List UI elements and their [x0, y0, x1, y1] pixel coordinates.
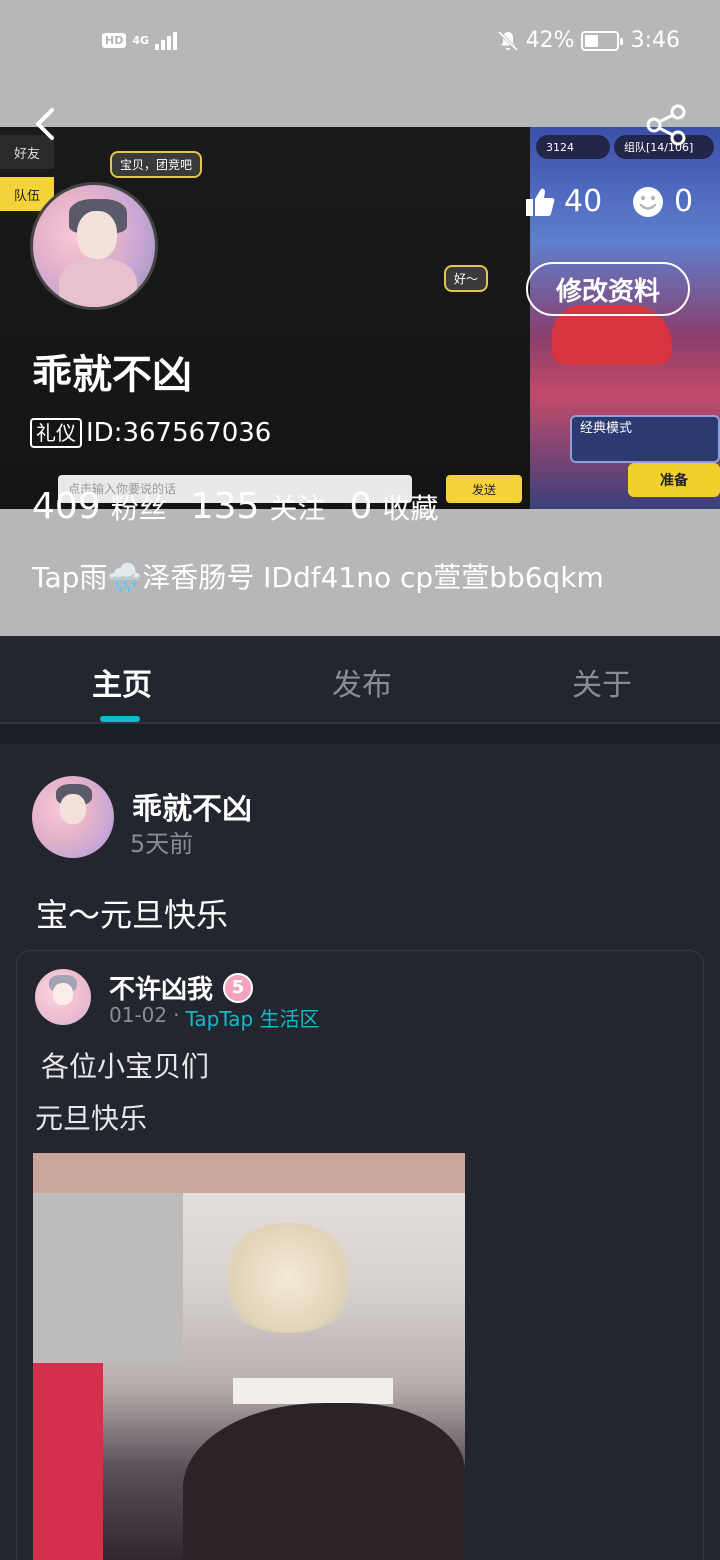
- feed-post[interactable]: 乖就不凶 5天前 宝～元旦快乐 不许凶我 5 01-02 · TapTap 生活…: [0, 744, 720, 1560]
- cover-game-ready: 准备: [628, 463, 720, 497]
- profile-cover: 好友 队伍 宝贝，团竞吧 好～ 点击输入你要说的话 发送 3124 组队[14/…: [0, 0, 720, 636]
- repost-photo[interactable]: [33, 1153, 465, 1560]
- tab-about[interactable]: 关于: [572, 660, 632, 704]
- repost-author-row: 不许凶我 5: [109, 969, 254, 1006]
- mute-bell-icon: [497, 30, 518, 51]
- profile-tabs: 主页 发布 关于: [0, 636, 720, 724]
- profile-bio: Tap雨🌧️泽香肠号 IDdf41no cp萱萱bb6qkm: [32, 561, 604, 594]
- back-button[interactable]: [28, 104, 68, 144]
- repost-text-line: 各位小宝贝们: [41, 1050, 210, 1083]
- avatar[interactable]: [30, 182, 158, 310]
- network-gen: 4G: [132, 33, 150, 47]
- stat-favorites-count: 0: [349, 486, 373, 527]
- cover-game-mode: 经典模式: [570, 415, 720, 463]
- stat-following-count: 135: [190, 486, 260, 527]
- tab-home[interactable]: 主页: [92, 660, 152, 704]
- repost-date: 01-02: [109, 1003, 168, 1027]
- hd-icon: HD: [102, 32, 127, 48]
- reposted-card[interactable]: 不许凶我 5 01-02 · TapTap 生活区 各位小宝贝们 元旦快乐: [16, 950, 704, 1560]
- signal-icon: [155, 30, 178, 50]
- stat-favorites-label: 收藏: [382, 492, 439, 525]
- status-right: 42% 3:46: [496, 28, 680, 53]
- edit-profile-button[interactable]: 修改资料: [526, 262, 690, 316]
- profile-username: 乖就不凶: [32, 352, 192, 398]
- chevron-left-icon: [36, 108, 54, 140]
- battery-icon: [580, 30, 623, 51]
- thumbs-up-icon: [526, 188, 555, 216]
- stat-followers-label: 粉丝: [110, 492, 167, 525]
- cover-game-coins: 3124: [536, 135, 610, 159]
- profile-id: ID:367567036: [86, 418, 272, 448]
- emoji-counter[interactable]: 0: [632, 184, 693, 219]
- share-button[interactable]: [644, 104, 688, 146]
- post-time: 5天前: [130, 830, 194, 858]
- level-badge: 5: [223, 972, 254, 1003]
- post-text: 宝～元旦快乐: [36, 896, 229, 934]
- tab-indicator: [100, 716, 140, 722]
- likes-count: 40: [564, 184, 603, 219]
- battery-percent: 42%: [525, 28, 575, 53]
- post-avatar[interactable]: [32, 776, 114, 858]
- tab-posts[interactable]: 发布: [332, 660, 392, 704]
- cover-chat-bubble: 宝贝，团竞吧: [110, 151, 203, 178]
- stat-following[interactable]: 135 关注: [191, 486, 326, 527]
- profile-stats: 409 粉丝 135 关注 0 收藏: [32, 486, 438, 527]
- status-bar: HD 4G 42% 3:46: [0, 0, 720, 84]
- repost-text-line: 元旦快乐: [35, 1102, 148, 1135]
- cover-chat-bubble: 好～: [444, 265, 489, 292]
- profile-id-row: 礼仪 ID:367567036: [30, 418, 271, 448]
- share-icon: [646, 104, 686, 146]
- clock: 3:46: [630, 28, 680, 53]
- repost-meta-separator: ·: [173, 1003, 180, 1027]
- emoji-count: 0: [674, 184, 694, 219]
- cover-game-mode-label: 经典模式: [580, 421, 633, 436]
- repost-avatar[interactable]: [35, 969, 91, 1025]
- post-author[interactable]: 乖就不凶: [132, 784, 252, 828]
- repost-meta: 01-02 · TapTap 生活区: [109, 1003, 320, 1032]
- repost-author[interactable]: 不许凶我: [109, 969, 213, 1006]
- etiquette-badge[interactable]: 礼仪: [30, 418, 82, 448]
- stat-favorites[interactable]: 0 收藏: [349, 486, 438, 527]
- smiley-icon: [633, 186, 663, 217]
- section-divider: [0, 724, 720, 744]
- repost-source[interactable]: TapTap 生活区: [185, 1003, 319, 1032]
- cover-chat-send: 发送: [446, 475, 522, 503]
- stat-followers[interactable]: 409 粉丝: [32, 486, 167, 527]
- likes-counter[interactable]: 40: [524, 184, 602, 219]
- stat-followers-count: 409: [32, 486, 101, 527]
- status-network: HD 4G: [102, 30, 178, 50]
- stat-following-label: 关注: [269, 492, 326, 525]
